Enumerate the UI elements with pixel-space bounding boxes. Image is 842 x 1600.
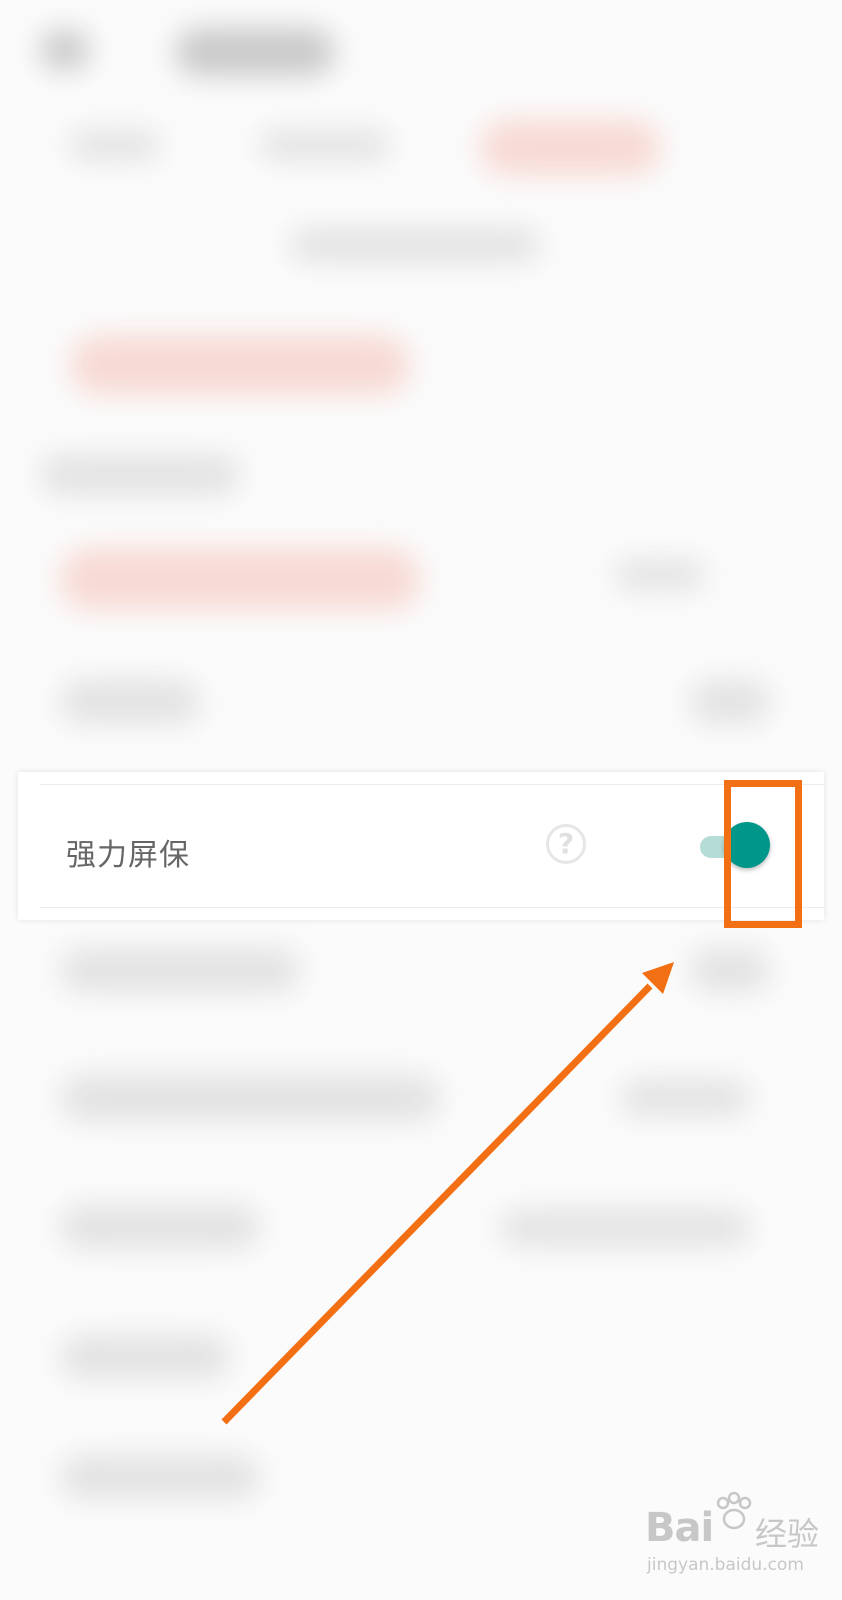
arrow-shaft [221, 983, 653, 1425]
baidu-jingyan-watermark: Bai 经验 jingyan.baidu.com [645, 1491, 825, 1585]
watermark-cn-text: 经验 [755, 1515, 820, 1553]
watermark-url: jingyan.baidu.com [647, 1555, 804, 1575]
annotation-arrow [221, 962, 674, 1425]
watermark-logo-text: Bai [645, 1505, 714, 1551]
paw-icon [716, 1491, 752, 1530]
